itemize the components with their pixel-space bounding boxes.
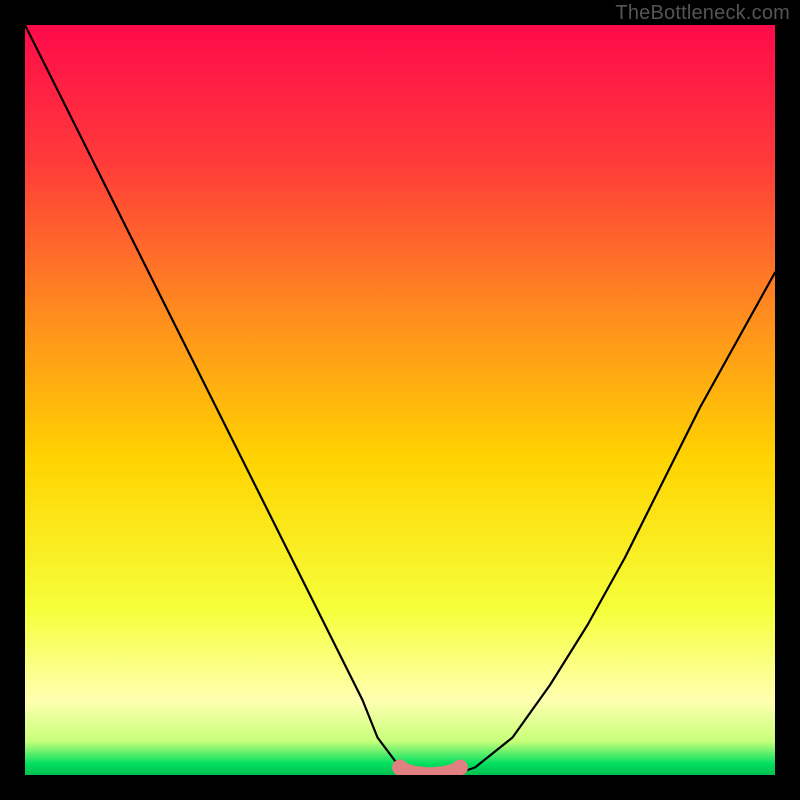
watermark-text: TheBottleneck.com	[615, 2, 790, 25]
background-gradient	[25, 25, 775, 775]
chart-svg	[25, 25, 775, 775]
plot-area	[25, 25, 775, 775]
chart-frame: TheBottleneck.com	[0, 0, 800, 800]
minimum-plateau-highlight	[400, 768, 460, 774]
